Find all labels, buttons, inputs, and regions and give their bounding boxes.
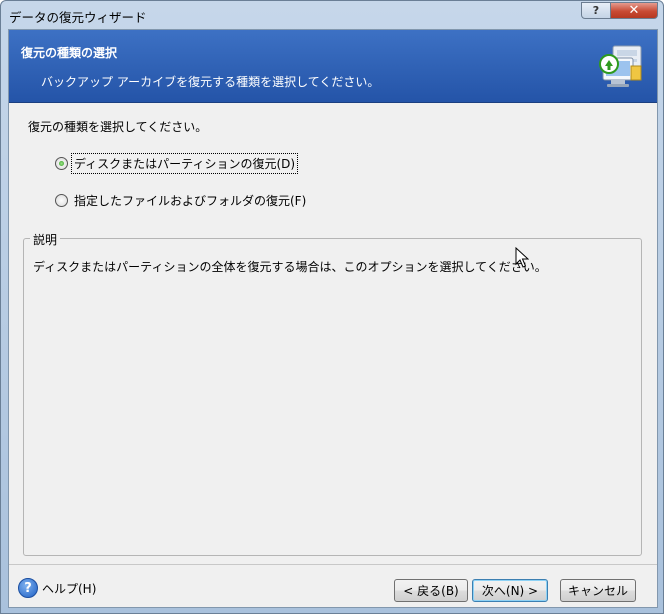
page-title: 復元の種類の選択 bbox=[21, 46, 118, 60]
page-subtitle: バックアップ アーカイブを復元する種類を選択してください。 bbox=[41, 75, 380, 89]
wizard-header: 復元の種類の選択 バックアップ アーカイブを復元する種類を選択してください。 bbox=[9, 30, 657, 103]
wizard-window: データの復元ウィザード ? ✕ 復元の種類の選択 バックアップ アーカイブを復元… bbox=[0, 0, 664, 614]
help-icon[interactable]: ? bbox=[18, 578, 38, 598]
option-files-folders[interactable]: 指定したファイルおよびフォルダの復元(F) bbox=[55, 191, 308, 210]
restore-computer-icon bbox=[599, 45, 642, 87]
radio-disk-partition[interactable] bbox=[55, 157, 68, 170]
description-legend: 説明 bbox=[30, 231, 61, 248]
option-files-folders-label[interactable]: 指定したファイルおよびフォルダの復元(F) bbox=[72, 191, 308, 210]
description-group: 説明 ディスクまたはパーティションの全体を復元する場合は、このオプションを選択し… bbox=[23, 231, 642, 556]
wizard-content: 復元の種類の選択 バックアップ アーカイブを復元する種類を選択してください。 復… bbox=[8, 29, 658, 608]
help-button[interactable]: ? ヘルプ(H) bbox=[18, 578, 96, 598]
title-help-button[interactable]: ? bbox=[581, 2, 611, 19]
description-text: ディスクまたはパーティションの全体を復元する場合は、このオプションを選択してくだ… bbox=[33, 260, 547, 274]
option-disk-partition[interactable]: ディスクまたはパーティションの復元(D) bbox=[55, 153, 299, 174]
mouse-pointer-icon bbox=[515, 247, 529, 268]
close-button[interactable]: ✕ bbox=[610, 2, 658, 19]
footer-divider bbox=[9, 564, 657, 565]
cancel-button[interactable]: キャンセル bbox=[560, 579, 636, 602]
window-title: データの復元ウィザード bbox=[9, 10, 147, 25]
next-button[interactable]: 次へ(N) > bbox=[472, 579, 548, 602]
restore-type-prompt: 復元の種類を選択してください。 bbox=[28, 120, 208, 134]
back-button[interactable]: < 戻る(B) bbox=[394, 579, 468, 602]
help-label[interactable]: ヘルプ(H) bbox=[42, 580, 96, 597]
option-disk-partition-label[interactable]: ディスクまたはパーティションの復元(D) bbox=[70, 153, 299, 174]
title-bar[interactable]: データの復元ウィザード ? ✕ bbox=[1, 1, 663, 29]
radio-files-folders[interactable] bbox=[55, 194, 68, 207]
